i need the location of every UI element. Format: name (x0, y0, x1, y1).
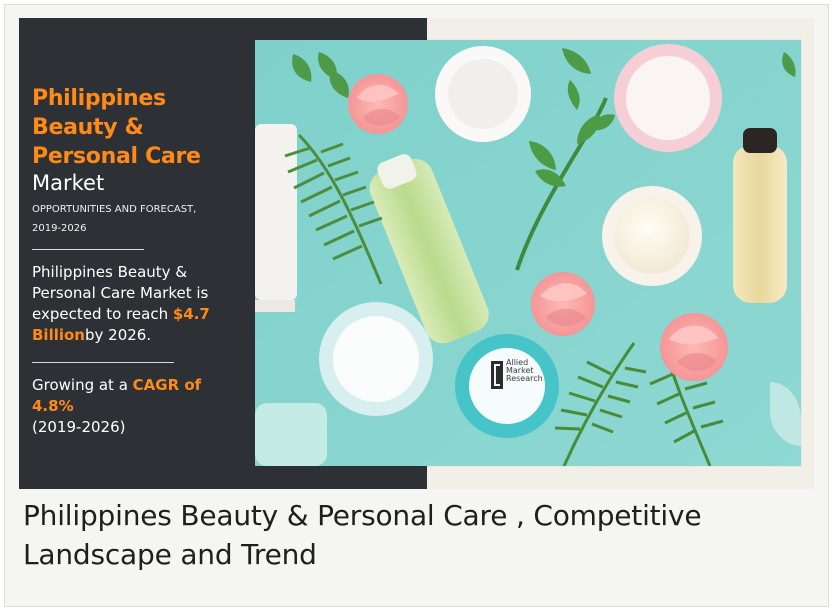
body-line-4: Billionby 2026. (32, 325, 237, 346)
hero-text-block: Philippines Beauty & Personal Care Marke… (32, 84, 237, 438)
caption-line-1[interactable]: Philippines Beauty & Personal Care , Com… (23, 496, 813, 535)
hero-banner[interactable]: Philippines Beauty & Personal Care Marke… (19, 18, 814, 489)
article-caption[interactable]: Philippines Beauty & Personal Care , Com… (23, 496, 813, 574)
title-line-2: Beauty & (32, 115, 144, 140)
jar-glass-inner (333, 316, 419, 402)
clear-bottle (255, 403, 327, 466)
rose-right (660, 313, 728, 381)
title-line-1: Philippines (32, 86, 166, 111)
body-line-3: expected to reach $4.7 (32, 304, 237, 325)
logo-text: Allied Market Research (506, 359, 576, 383)
title-line-3: Personal Care (32, 144, 201, 169)
logo-mark-icon (491, 361, 503, 389)
body-line-4-suffix: by 2026. (84, 326, 152, 344)
jar-cream-inner (614, 198, 690, 274)
allied-market-research-logo: Allied Market Research (491, 357, 571, 401)
bottle-right (733, 145, 787, 303)
rose-top-left (348, 74, 408, 134)
growth-years: (2019-2026) (32, 418, 126, 436)
body-line-3-prefix: expected to reach (32, 305, 173, 323)
market-value: $4.7 (172, 305, 210, 323)
growth-copy: Growing at a CAGR of 4.8% (2019-2026) (32, 375, 237, 438)
body-copy: Philippines Beauty & Personal Care Marke… (32, 262, 237, 346)
market-value-unit: Billion (32, 326, 85, 344)
rose-middle (531, 272, 595, 336)
title-market: Market (32, 171, 105, 195)
jar-pink-inner (626, 56, 710, 140)
article-card[interactable]: Philippines Beauty & Personal Care Marke… (4, 4, 829, 607)
body-line-2: Personal Care Market is (32, 284, 209, 302)
divider-1 (32, 249, 144, 250)
jar-top-inner (448, 59, 518, 129)
growth-prefix: Growing at a (32, 376, 133, 394)
tube-left-cap (255, 300, 295, 312)
bottle-right-cap (743, 128, 777, 153)
divider-2 (32, 362, 174, 363)
logo-line-3: Research (506, 374, 543, 383)
tube-left (255, 124, 297, 300)
caption-line-2[interactable]: Landscape and Trend (23, 535, 813, 574)
product-photo (255, 40, 801, 466)
subtitle-line-1: OPPORTUNITIES AND FORECAST, (32, 204, 197, 215)
body-line-1: Philippines Beauty & (32, 263, 188, 281)
subtitle-line-2: 2019-2026 (32, 223, 87, 234)
growth-line: Growing at a CAGR of 4.8% (32, 375, 237, 417)
cosmetics-illustration (255, 40, 801, 466)
